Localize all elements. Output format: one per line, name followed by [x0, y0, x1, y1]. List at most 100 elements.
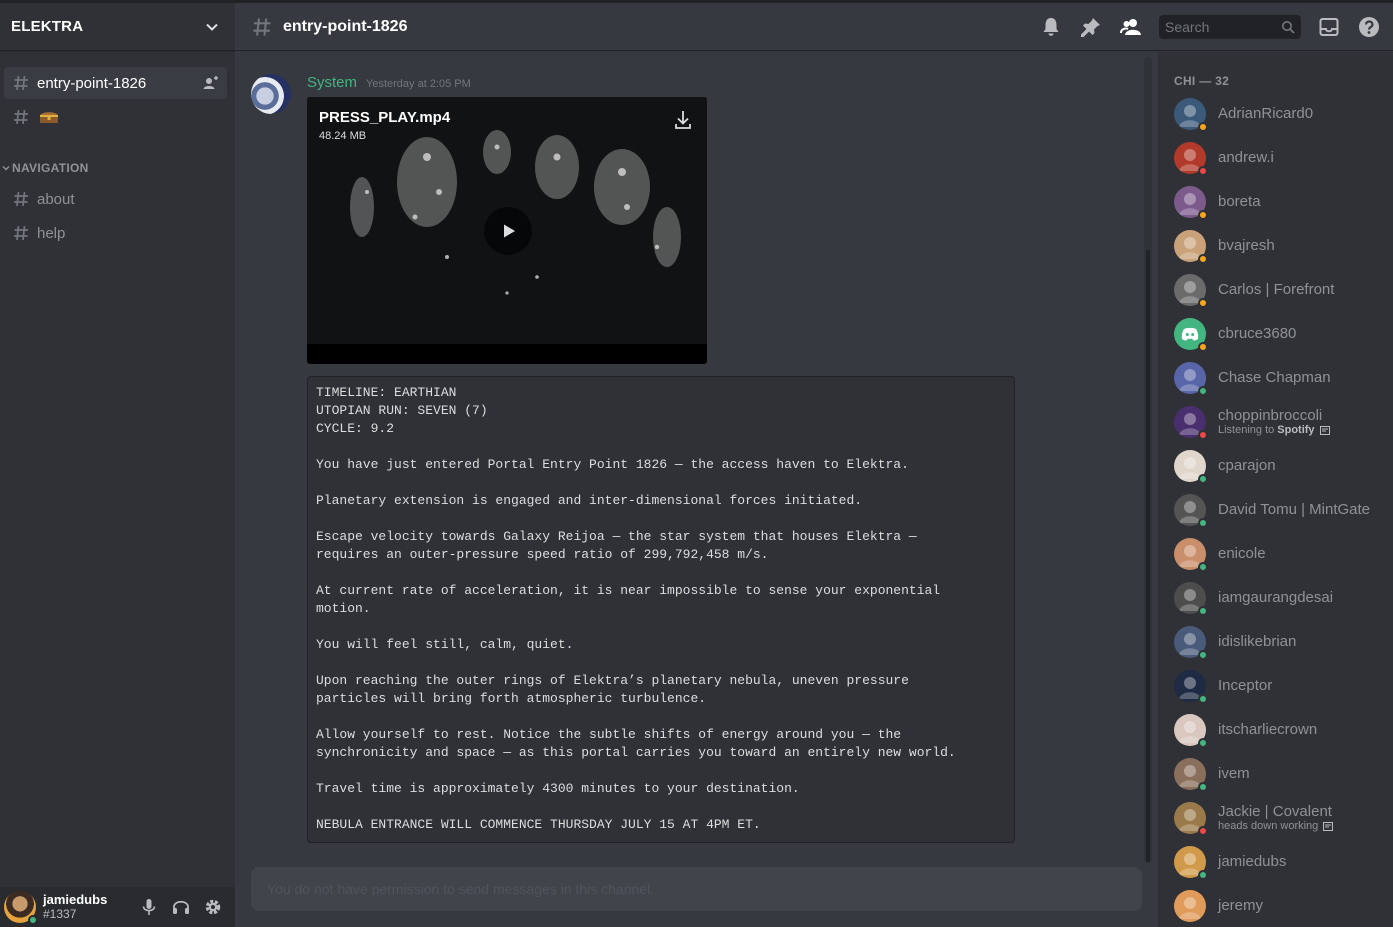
message-input[interactable] [267, 881, 1127, 897]
avatar[interactable] [4, 891, 38, 925]
member-name: jeremy [1218, 897, 1264, 914]
avatar[interactable] [1174, 626, 1208, 660]
avatar[interactable] [1174, 450, 1208, 484]
member-text: jeremy [1218, 898, 1263, 914]
member-list-toggle[interactable] [1119, 15, 1143, 39]
member-text: bvajresh [1218, 238, 1275, 254]
attachment-filename: PRESS_PLAY.mp4 [319, 109, 451, 126]
member-item[interactable]: Jackie | Covalent heads down working [1158, 796, 1393, 840]
member-activity: heads down working [1218, 820, 1334, 833]
avatar[interactable] [1174, 582, 1208, 616]
message-author[interactable]: System [307, 74, 357, 91]
avatar[interactable] [1174, 670, 1208, 704]
member-text: jamiedubs [1218, 854, 1286, 870]
notification-settings-button[interactable] [1039, 15, 1063, 39]
member-text: Carlos | Forefront [1218, 282, 1334, 298]
codeblock-line [316, 510, 1006, 528]
avatar[interactable] [1174, 186, 1208, 220]
video-control-bar [307, 344, 707, 364]
member-item[interactable]: enicole [1158, 532, 1393, 576]
member-item[interactable]: ivem [1158, 752, 1393, 796]
avatar[interactable] [1174, 142, 1208, 176]
headphones-icon [173, 900, 189, 914]
create-invite-icon[interactable] [203, 75, 219, 91]
status-idle-indicator [1198, 342, 1208, 352]
member-text: idislikebrian [1218, 634, 1296, 650]
member-item[interactable]: jamiedubs [1158, 840, 1393, 884]
codeblock-line: TIMELINE: EARTHIAN [316, 385, 457, 400]
deafen-button[interactable] [165, 891, 197, 923]
help-button[interactable] [1357, 15, 1381, 39]
member-item[interactable]: cbruce3680 [1158, 312, 1393, 356]
member-text: Jackie | Covalent heads down working [1218, 802, 1334, 833]
avatar[interactable] [1174, 846, 1208, 880]
member-name: idislikebrian [1218, 633, 1297, 650]
codeblock-line [316, 798, 1006, 816]
member-item[interactable]: jeremy [1158, 884, 1393, 927]
member-item[interactable]: choppinbroccoli Listening to Spotify [1158, 400, 1393, 444]
avatar[interactable] [1174, 406, 1208, 440]
avatar[interactable] [1174, 230, 1208, 264]
mute-button[interactable] [133, 891, 165, 923]
avatar[interactable] [1174, 494, 1208, 528]
member-name: boreta [1218, 193, 1261, 210]
avatar[interactable] [1174, 274, 1208, 308]
member-name: Jackie | Covalent [1218, 802, 1332, 820]
member-item[interactable]: idislikebrian [1158, 620, 1393, 664]
channel-treasure-chest[interactable] [4, 101, 227, 133]
member-item[interactable]: Inceptor [1158, 664, 1393, 708]
avatar[interactable] [1174, 538, 1208, 572]
member-item[interactable]: bvajresh [1158, 224, 1393, 268]
search-input[interactable] [1165, 18, 1281, 35]
member-name: cparajon [1218, 457, 1276, 474]
discord-logo-icon [1181, 327, 1199, 341]
member-text: David Tomu | MintGate [1218, 502, 1370, 518]
chevron-down-icon[interactable] [205, 20, 219, 34]
channel-entry-point-1826[interactable]: entry-point-1826 [4, 67, 227, 99]
member-name: iamgaurangdesai [1218, 589, 1334, 606]
play-icon [504, 224, 515, 238]
member-item[interactable]: Carlos | Forefront [1158, 268, 1393, 312]
member-item[interactable]: cparajon [1158, 444, 1393, 488]
member-item[interactable]: itscharliecrown [1158, 708, 1393, 752]
avatar[interactable] [1174, 802, 1208, 836]
status-dnd-indicator [1198, 166, 1208, 176]
download-icon[interactable] [673, 109, 693, 131]
avatar[interactable] [1174, 714, 1208, 748]
member-text: choppinbroccoli Listening to Spotify [1218, 407, 1330, 437]
member-item[interactable]: boreta [1158, 180, 1393, 224]
status-online-indicator [1198, 694, 1208, 704]
avatar[interactable] [1174, 362, 1208, 396]
message-codeblock: TIMELINE: EARTHIAN UTOPIAN RUN: SEVEN (7)… [307, 376, 1015, 843]
member-text: AdrianRicard0 [1218, 106, 1313, 122]
pinned-messages-button[interactable] [1079, 15, 1103, 39]
codeblock-line [316, 474, 1006, 492]
guild-header[interactable]: ELEKTRA [0, 3, 235, 51]
codeblock-line: CYCLE: 9.2 [316, 421, 395, 436]
avatar[interactable] [1174, 318, 1208, 352]
member-item[interactable]: Chase Chapman [1158, 356, 1393, 400]
status-online-indicator [28, 915, 38, 925]
avatar[interactable] [1174, 890, 1206, 922]
user-name: jamiedubs [43, 892, 108, 907]
member-text: andrew.i [1218, 150, 1274, 166]
category-navigation[interactable]: NAVIGATION [0, 159, 235, 177]
channel-help[interactable]: help [4, 217, 227, 249]
avatar[interactable] [1174, 758, 1208, 792]
channel-about[interactable]: about [4, 183, 227, 215]
member-item[interactable]: iamgaurangdesai [1158, 576, 1393, 620]
search-bar[interactable] [1159, 14, 1301, 39]
video-attachment[interactable]: PRESS_PLAY.mp4 48.24 MB [307, 97, 707, 364]
status-online-indicator [1198, 650, 1208, 660]
avatar-image [1179, 897, 1201, 919]
inbox-button[interactable] [1317, 15, 1341, 39]
member-item[interactable]: andrew.i [1158, 136, 1393, 180]
member-item[interactable]: David Tomu | MintGate [1158, 488, 1393, 532]
user-settings-button[interactable] [197, 891, 229, 923]
avatar[interactable] [251, 74, 291, 114]
avatar[interactable] [1174, 98, 1208, 132]
codeblock-line: particles will bring forth atmospheric t… [316, 691, 707, 706]
scrollbar-thumb[interactable] [1146, 250, 1150, 862]
member-item[interactable]: AdrianRicard0 [1158, 92, 1393, 136]
play-button[interactable] [484, 207, 532, 255]
